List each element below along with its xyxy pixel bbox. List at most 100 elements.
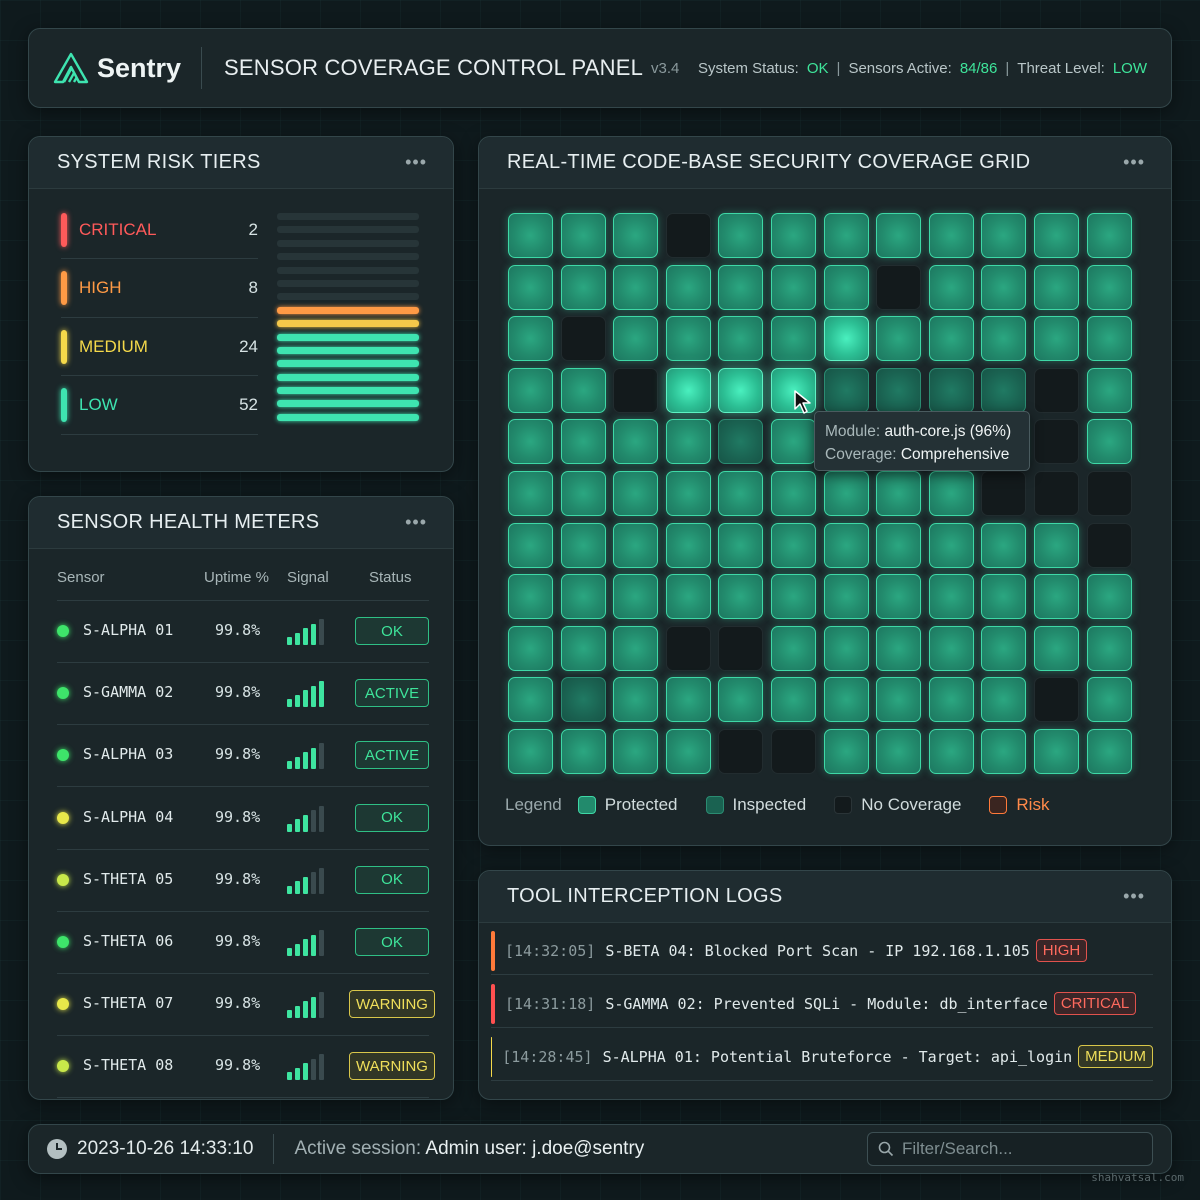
grid-cell-protected[interactable] — [928, 471, 974, 516]
more-options-icon[interactable]: ••• — [405, 152, 427, 173]
grid-cell-protected[interactable] — [718, 522, 764, 568]
legend-item-protected[interactable]: Protected — [577, 795, 678, 815]
grid-cell-protected[interactable] — [665, 677, 711, 723]
grid-cell-inspected[interactable] — [718, 419, 764, 465]
grid-cell-protected[interactable] — [1034, 316, 1079, 362]
grid-cell-protected[interactable] — [981, 729, 1027, 774]
grid-cell-protected[interactable] — [928, 625, 974, 671]
column-header-sensor[interactable]: Sensor — [57, 569, 105, 586]
sensor-status-badge[interactable]: OK — [355, 865, 429, 894]
grid-cell-protected[interactable] — [876, 729, 922, 774]
grid-cell-protected[interactable] — [981, 625, 1027, 671]
grid-cell-protected[interactable] — [823, 316, 869, 362]
grid-cell-protected[interactable] — [560, 729, 606, 774]
grid-cell-protected[interactable] — [823, 625, 869, 671]
grid-cell-protected[interactable] — [613, 677, 659, 723]
grid-cell-protected[interactable] — [1086, 419, 1132, 465]
grid-cell-protected[interactable] — [823, 574, 869, 620]
grid-cell-protected[interactable] — [560, 213, 606, 258]
sensor-status-badge[interactable]: OK — [355, 928, 429, 956]
grid-cell-protected[interactable] — [560, 471, 606, 516]
grid-cell-no-coverage[interactable] — [665, 625, 711, 671]
grid-cell-protected[interactable] — [508, 729, 553, 774]
grid-cell-protected[interactable] — [928, 264, 974, 310]
sensor-row[interactable]: S-ALPHA 01 99.8% OK — [57, 601, 429, 663]
grid-cell-protected[interactable] — [613, 729, 659, 774]
grid-cell-protected[interactable] — [560, 264, 606, 310]
grid-cell-protected[interactable] — [981, 522, 1027, 568]
grid-cell-protected[interactable] — [1086, 574, 1132, 620]
grid-cell-protected[interactable] — [823, 471, 869, 516]
grid-cell-protected[interactable] — [1034, 729, 1079, 774]
grid-cell-protected[interactable] — [823, 677, 869, 723]
grid-cell-inspected[interactable] — [928, 367, 974, 413]
grid-cell-protected[interactable] — [928, 729, 974, 774]
legend-item-inspected[interactable]: Inspected — [705, 795, 806, 815]
more-options-icon[interactable]: ••• — [405, 512, 427, 533]
sensor-row[interactable]: S-THETA 05 99.8% OK — [57, 850, 429, 912]
grid-cell-protected[interactable] — [508, 419, 553, 465]
column-header-status[interactable]: Status — [369, 569, 412, 586]
grid-cell-protected[interactable] — [508, 471, 553, 516]
sensor-row[interactable]: S-THETA 07 99.8% WARNING — [57, 974, 435, 1037]
search-input[interactable] — [902, 1139, 1132, 1159]
grid-cell-protected[interactable] — [560, 625, 606, 671]
risk-tier-critical[interactable]: CRITICAL 2 — [61, 201, 258, 259]
grid-cell-protected[interactable] — [613, 522, 659, 568]
grid-cell-protected[interactable] — [1086, 213, 1132, 258]
grid-cell-protected[interactable] — [771, 574, 816, 620]
grid-cell-protected[interactable] — [876, 574, 922, 620]
grid-cell-protected[interactable] — [771, 471, 816, 516]
grid-cell-protected[interactable] — [665, 729, 711, 774]
grid-cell-protected[interactable] — [665, 419, 711, 465]
grid-cell-protected[interactable] — [560, 522, 606, 568]
sensor-row[interactable]: S-ALPHA 04 99.8% OK — [57, 788, 429, 850]
grid-cell-protected[interactable] — [665, 367, 711, 413]
more-options-icon[interactable]: ••• — [1123, 886, 1145, 907]
grid-cell-protected[interactable] — [928, 677, 974, 723]
legend-item-risk[interactable]: Risk — [989, 795, 1049, 815]
grid-cell-protected[interactable] — [928, 522, 974, 568]
grid-cell-no-coverage[interactable] — [718, 729, 764, 774]
grid-cell-protected[interactable] — [823, 213, 869, 258]
grid-cell-no-coverage[interactable] — [665, 213, 711, 258]
grid-cell-protected[interactable] — [1034, 625, 1079, 671]
grid-cell-protected[interactable] — [613, 574, 659, 620]
grid-cell-protected[interactable] — [1034, 264, 1079, 310]
log-entry[interactable]: [14:32:05] S-BETA 04: Blocked Port Scan -… — [491, 927, 1153, 975]
grid-cell-no-coverage[interactable] — [718, 625, 764, 671]
grid-cell-no-coverage[interactable] — [771, 729, 816, 774]
grid-cell-protected[interactable] — [771, 213, 816, 258]
grid-cell-protected[interactable] — [613, 264, 659, 310]
grid-cell-inspected[interactable] — [981, 367, 1027, 413]
grid-cell-protected[interactable] — [613, 625, 659, 671]
grid-cell-protected[interactable] — [560, 419, 606, 465]
grid-cell-inspected[interactable] — [560, 677, 606, 723]
grid-cell-protected[interactable] — [771, 522, 816, 568]
grid-cell-protected[interactable] — [981, 574, 1027, 620]
brand[interactable]: Sentry — [53, 47, 203, 89]
grid-cell-protected[interactable] — [613, 213, 659, 258]
grid-cell-protected[interactable] — [718, 677, 764, 723]
log-entry[interactable]: [14:31:18] S-GAMMA 02: Prevented SQLi - M… — [491, 980, 1153, 1028]
grid-cell-no-coverage[interactable] — [560, 316, 606, 362]
grid-cell-protected[interactable] — [718, 367, 764, 413]
sensor-row[interactable]: S-THETA 08 99.8% WARNING — [57, 1036, 435, 1099]
risk-tier-medium[interactable]: MEDIUM 24 — [61, 318, 258, 376]
grid-cell-protected[interactable] — [981, 264, 1027, 310]
grid-cell-no-coverage[interactable] — [613, 367, 659, 413]
grid-cell-protected[interactable] — [665, 316, 711, 362]
grid-cell-protected[interactable] — [771, 625, 816, 671]
search-box[interactable] — [867, 1132, 1153, 1166]
grid-cell-protected[interactable] — [718, 316, 764, 362]
grid-cell-protected[interactable] — [508, 677, 553, 723]
grid-cell-protected[interactable] — [1086, 264, 1132, 310]
sensor-row[interactable]: S-GAMMA 02 99.8% ACTIVE — [57, 663, 429, 726]
grid-cell-protected[interactable] — [1086, 316, 1132, 362]
grid-cell-protected[interactable] — [508, 213, 553, 258]
grid-cell-protected[interactable] — [508, 625, 553, 671]
grid-cell-protected[interactable] — [928, 316, 974, 362]
grid-cell-protected[interactable] — [1034, 522, 1079, 568]
grid-cell-protected[interactable] — [876, 471, 922, 516]
grid-cell-protected[interactable] — [613, 419, 659, 465]
